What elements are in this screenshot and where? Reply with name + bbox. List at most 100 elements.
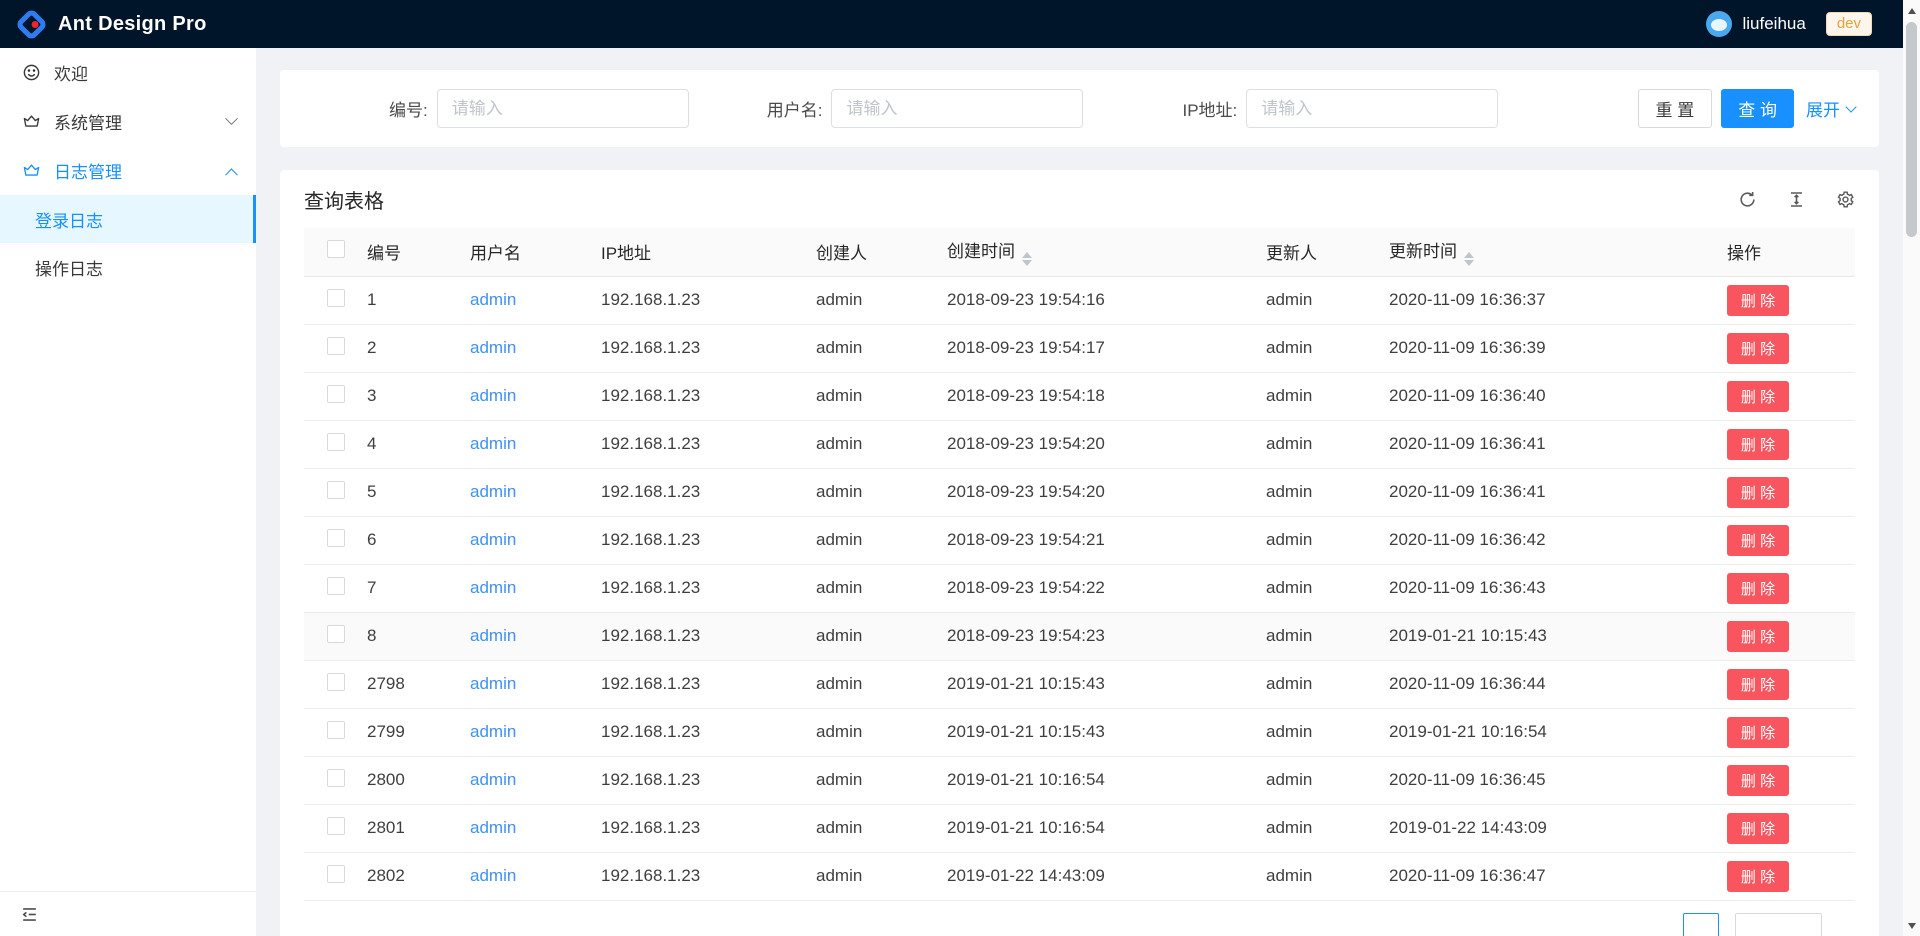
username-link[interactable]: admin — [470, 722, 516, 741]
env-badge: dev — [1826, 12, 1872, 37]
column-header-label: 用户名 — [470, 244, 521, 263]
row-checkbox[interactable] — [327, 385, 345, 403]
username-link[interactable]: admin — [470, 338, 516, 357]
top-header: Ant Design Pro liufeihua dev — [0, 0, 1903, 48]
updated-at-cell: 2019-01-21 10:15:43 — [1382, 612, 1720, 660]
delete-button[interactable]: 删 除 — [1727, 477, 1789, 508]
delete-button[interactable]: 删 除 — [1727, 717, 1789, 748]
created-at-cell: 2018-09-23 19:54:20 — [940, 468, 1259, 516]
scrollbar-track[interactable] — [1903, 0, 1920, 936]
delete-button[interactable]: 删 除 — [1727, 525, 1789, 556]
username-link[interactable]: admin — [470, 770, 516, 789]
username-link[interactable]: admin — [470, 866, 516, 885]
column-header: 编号 — [360, 228, 463, 276]
updated-at-cell: 2020-11-09 16:36:44 — [1382, 660, 1720, 708]
delete-button[interactable]: 删 除 — [1727, 621, 1789, 652]
sidebar-item-label: 日志管理 — [54, 158, 122, 183]
id-cell: 4 — [360, 420, 463, 468]
delete-button[interactable]: 删 除 — [1727, 765, 1789, 796]
username-link[interactable]: admin — [470, 482, 516, 501]
ip-cell: 192.168.1.23 — [594, 612, 809, 660]
scrollbar-up-arrow[interactable] — [1903, 2, 1920, 19]
column-header[interactable]: 更新时间 — [1382, 228, 1720, 276]
row-checkbox[interactable] — [327, 289, 345, 307]
id-cell: 2801 — [360, 804, 463, 852]
username-link[interactable]: admin — [470, 530, 516, 549]
created-at-cell: 2018-09-23 19:54:22 — [940, 564, 1259, 612]
menu-fold-icon[interactable] — [20, 905, 39, 924]
delete-button[interactable]: 删 除 — [1727, 861, 1789, 892]
username-link[interactable]: admin — [470, 290, 516, 309]
username-field-input[interactable] — [831, 89, 1083, 128]
row-checkbox[interactable] — [327, 481, 345, 499]
sidebar-subitem-login-log[interactable]: 登录日志 — [0, 195, 256, 243]
sidebar-subitem-operation-log[interactable]: 操作日志 — [0, 243, 256, 291]
delete-button[interactable]: 删 除 — [1727, 285, 1789, 316]
created-at-cell: 2018-09-23 19:54:18 — [940, 372, 1259, 420]
row-checkbox[interactable] — [327, 433, 345, 451]
delete-button[interactable]: 删 除 — [1727, 669, 1789, 700]
updated-at-cell: 2019-01-21 10:16:54 — [1382, 708, 1720, 756]
username-link[interactable]: admin — [470, 674, 516, 693]
reset-button[interactable]: 重 置 — [1638, 89, 1713, 128]
row-checkbox[interactable] — [327, 769, 345, 787]
table-row: 2802admin192.168.1.23admin2019-01-22 14:… — [304, 852, 1855, 900]
id-field-label: 编号: — [389, 96, 428, 121]
row-checkbox[interactable] — [327, 337, 345, 355]
id-field-input[interactable] — [437, 89, 689, 128]
username-link[interactable]: admin — [470, 626, 516, 645]
username-link[interactable]: admin — [470, 386, 516, 405]
scrollbar-down-arrow[interactable] — [1903, 917, 1920, 934]
table-row: 7admin192.168.1.23admin2018-09-23 19:54:… — [304, 564, 1855, 612]
delete-button[interactable]: 删 除 — [1727, 333, 1789, 364]
row-checkbox[interactable] — [327, 721, 345, 739]
select-all-checkbox[interactable] — [327, 240, 345, 258]
ip-cell: 192.168.1.23 — [594, 372, 809, 420]
updater-cell: admin — [1259, 468, 1382, 516]
chevron-down-icon — [1845, 101, 1856, 112]
username-link[interactable]: admin — [470, 578, 516, 597]
sorter-icon[interactable] — [1022, 252, 1032, 266]
creator-cell: admin — [809, 612, 940, 660]
username-link[interactable]: admin — [470, 818, 516, 837]
username-link[interactable]: admin — [470, 434, 516, 453]
created-at-cell: 2018-09-23 19:54:16 — [940, 276, 1259, 324]
delete-button[interactable]: 删 除 — [1727, 813, 1789, 844]
ip-field-input[interactable] — [1246, 89, 1498, 128]
reload-icon[interactable] — [1738, 190, 1757, 209]
search-button[interactable]: 查 询 — [1721, 89, 1794, 128]
column-header-label: 创建时间 — [947, 242, 1015, 261]
scrollbar-thumb[interactable] — [1906, 22, 1917, 237]
sidebar-item-log-mgmt[interactable]: 日志管理 — [0, 146, 256, 195]
row-checkbox[interactable] — [327, 817, 345, 835]
delete-button[interactable]: 删 除 — [1727, 381, 1789, 412]
row-checkbox[interactable] — [327, 865, 345, 883]
sidebar-item-system-mgmt[interactable]: 系统管理 — [0, 97, 256, 146]
user-name[interactable]: liufeihua — [1742, 14, 1805, 34]
column-header[interactable]: 创建时间 — [940, 228, 1259, 276]
updated-at-cell: 2020-11-09 16:36:47 — [1382, 852, 1720, 900]
column-height-icon[interactable] — [1787, 190, 1806, 209]
app-title: Ant Design Pro — [58, 13, 207, 36]
table-row: 2800admin192.168.1.23admin2019-01-21 10:… — [304, 756, 1855, 804]
sidebar-subitem-label: 登录日志 — [35, 207, 103, 232]
updated-at-cell: 2020-11-09 16:36:41 — [1382, 420, 1720, 468]
delete-button[interactable]: 删 除 — [1727, 429, 1789, 460]
settings-gear-icon[interactable] — [1836, 190, 1855, 209]
query-table-card: 查询表格 — [280, 170, 1879, 936]
row-checkbox[interactable] — [327, 625, 345, 643]
sidebar-item-welcome[interactable]: 欢迎 — [0, 48, 256, 97]
sidebar-subitem-label: 操作日志 — [35, 255, 103, 280]
id-cell: 1 — [360, 276, 463, 324]
ip-cell: 192.168.1.23 — [594, 564, 809, 612]
row-checkbox[interactable] — [327, 529, 345, 547]
sorter-icon[interactable] — [1464, 252, 1474, 266]
row-checkbox[interactable] — [327, 673, 345, 691]
pagination-page-1[interactable] — [1683, 913, 1719, 936]
expand-link[interactable]: 展开 — [1806, 96, 1855, 121]
row-checkbox[interactable] — [327, 577, 345, 595]
delete-button[interactable]: 删 除 — [1727, 573, 1789, 604]
user-avatar[interactable] — [1706, 11, 1732, 37]
pagination-page-size-select[interactable] — [1735, 913, 1822, 936]
ip-cell: 192.168.1.23 — [594, 324, 809, 372]
